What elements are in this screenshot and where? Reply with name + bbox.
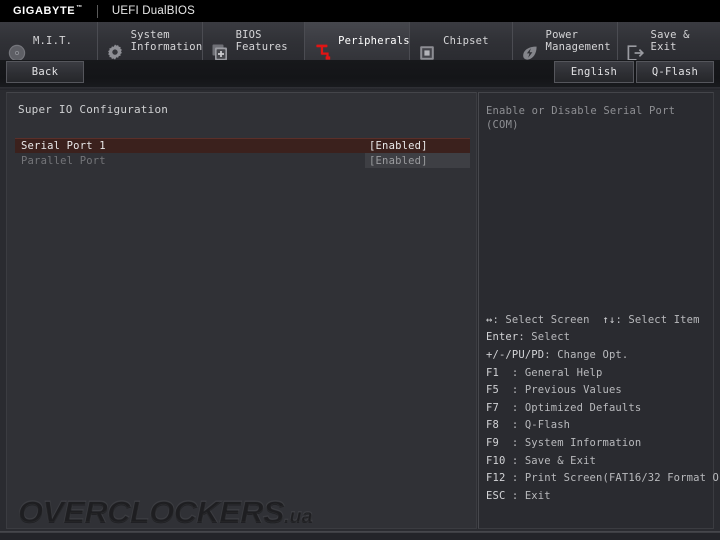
help-panel: Enable or Disable Serial Port (COM) ↔: S… xyxy=(478,92,720,529)
legend-line: F12 : Print Screen(FAT16/32 Format Only) xyxy=(486,469,720,487)
gigabyte-logo: GIGABYTE™ xyxy=(0,5,83,17)
legend-line: F10 : Save & Exit xyxy=(486,452,712,470)
chip-plus-icon xyxy=(210,31,230,61)
setting-label: Parallel Port xyxy=(21,154,106,167)
secondary-bar: Back English Q-Flash xyxy=(0,60,720,90)
gear-icon xyxy=(105,31,125,60)
legend-keys: F1 xyxy=(486,366,512,379)
legend-line: Enter: Select xyxy=(486,329,712,347)
qflash-button[interactable]: Q-Flash xyxy=(636,61,714,83)
setting-row-parallel-port[interactable]: Parallel Port [Enabled] xyxy=(15,153,470,168)
setting-value[interactable]: [Enabled] xyxy=(365,153,470,168)
uefi-dualbios-label: UEFI DualBIOS xyxy=(111,5,195,17)
tab-save-exit[interactable]: Save & Exit xyxy=(618,22,720,61)
settings-list: Serial Port 1 [Enabled] Parallel Port [E… xyxy=(15,138,470,168)
tab-save-exit-label: Save & Exit xyxy=(650,29,690,53)
setting-label: Serial Port 1 xyxy=(15,138,365,153)
tab-power-management-label: Power Management xyxy=(545,29,611,53)
legend-line: F5 : Previous Values xyxy=(486,381,712,399)
tab-bios-features[interactable]: BIOS Features xyxy=(203,22,306,61)
legend-text-2: : Select Item xyxy=(615,313,700,326)
tab-power-management[interactable]: Power Management xyxy=(513,22,618,60)
settings-panel: Super IO Configuration Serial Port 1 [En… xyxy=(6,92,477,529)
main-tab-bar: M.I.T. System Information BIOS Features … xyxy=(0,22,720,62)
trademark-symbol: ™ xyxy=(76,5,83,12)
legend-keys: Enter xyxy=(486,331,519,344)
legend-text: : Optimized Defaults xyxy=(511,401,642,414)
bios-screen: GIGABYTE™ UEFI DualBIOS M.I.T. System In… xyxy=(0,0,720,540)
legend-text: : Print Screen(FAT16/32 Format Only) xyxy=(511,472,720,485)
footer-strip xyxy=(0,532,720,540)
legend-keys: +/-/PU/PD xyxy=(486,348,545,361)
lightning-leaf-icon xyxy=(520,31,540,60)
legend-text: : Q-Flash xyxy=(511,419,571,432)
legend-line: F1 : General Help xyxy=(486,364,712,382)
main-body: Super IO Configuration Serial Port 1 [En… xyxy=(0,90,720,532)
legend-line: F9 : System Information xyxy=(486,434,712,452)
exit-arrow-icon xyxy=(625,31,645,61)
tab-mit-label: M.I.T. xyxy=(33,35,73,47)
legend-text: : Exit xyxy=(511,489,551,502)
legend-keys: ESC xyxy=(486,489,512,502)
tab-system-information[interactable]: System Information xyxy=(98,22,203,60)
disc-icon xyxy=(7,31,27,62)
setting-row-serial-port-1[interactable]: Serial Port 1 [Enabled] xyxy=(15,138,470,153)
tab-mit[interactable]: M.I.T. xyxy=(0,22,98,62)
setting-value[interactable]: [Enabled] xyxy=(365,138,470,153)
legend-keys: F8 xyxy=(486,419,512,432)
legend-text: : Save & Exit xyxy=(511,454,597,467)
usb-icon xyxy=(312,31,332,60)
legend-text: : Previous Values xyxy=(511,384,622,397)
tab-chipset[interactable]: Chipset xyxy=(410,22,513,60)
legend-keys: F10 xyxy=(486,454,512,467)
key-legend: ↔: Select Screen ↑↓: Select Item Enter: … xyxy=(486,311,720,505)
legend-line: F7 : Optimized Defaults xyxy=(486,399,712,417)
legend-keys: F9 xyxy=(486,436,512,449)
legend-keys: F7 xyxy=(486,401,512,414)
tab-bios-features-label: BIOS Features xyxy=(235,29,288,53)
brand-bar: GIGABYTE™ UEFI DualBIOS xyxy=(0,0,720,22)
help-description: Enable or Disable Serial Port (COM) xyxy=(486,105,676,131)
legend-keys: F5 xyxy=(486,384,512,397)
legend-text: : System Information xyxy=(511,436,642,449)
back-button[interactable]: Back xyxy=(6,61,84,83)
language-button[interactable]: English xyxy=(554,61,634,83)
legend-text: : Select xyxy=(518,331,571,344)
page-title: Super IO Configuration xyxy=(18,103,169,116)
tab-peripherals-label: Peripherals xyxy=(338,35,410,47)
legend-text: : General Help xyxy=(511,366,603,379)
tab-chipset-label: Chipset xyxy=(443,35,489,47)
legend-keys: F12 xyxy=(486,472,512,485)
legend-line: F8 : Q-Flash xyxy=(486,417,712,435)
chipset-icon xyxy=(417,31,437,60)
legend-text: : Select Screen xyxy=(492,313,603,326)
tab-peripherals[interactable]: Peripherals xyxy=(305,22,411,60)
legend-line: ESC : Exit xyxy=(486,487,712,505)
legend-keys-2: ↑↓ xyxy=(602,313,616,326)
legend-line: +/-/PU/PD: Change Opt. xyxy=(486,346,712,364)
brand-divider xyxy=(96,4,98,18)
legend-text: : Change Opt. xyxy=(544,348,629,361)
gigabyte-logo-text: GIGABYTE xyxy=(13,5,76,17)
legend-line: ↔: Select Screen ↑↓: Select Item xyxy=(486,311,712,329)
tab-system-information-label: System Information xyxy=(130,29,203,53)
